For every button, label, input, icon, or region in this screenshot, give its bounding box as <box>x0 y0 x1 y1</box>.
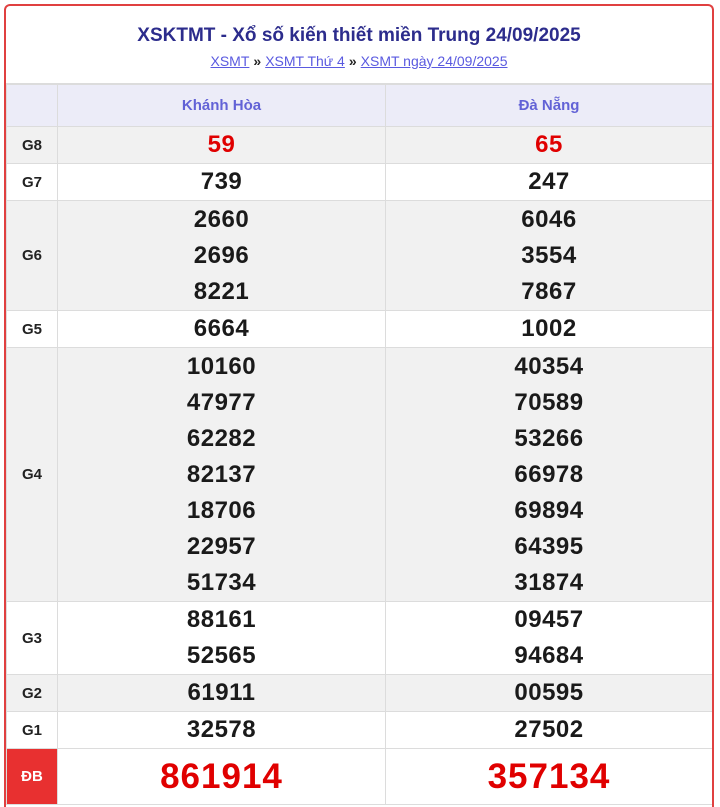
prize-row-g1: G1 32578 27502 <box>6 711 712 749</box>
prize-cell: 09457 94684 <box>385 601 712 675</box>
prize-number: 62282 <box>186 424 257 452</box>
prize-number: 18706 <box>186 496 257 524</box>
prize-number: 47977 <box>186 388 257 416</box>
breadcrumb-link-xsmt-thu-4[interactable]: XSMT Thứ 4 <box>265 53 345 69</box>
prize-number: 61911 <box>187 679 256 706</box>
prize-cell: 61911 <box>57 674 386 712</box>
prize-cell: 357134 <box>385 748 712 805</box>
prize-label: G5 <box>6 310 58 348</box>
prize-label: G4 <box>6 347 58 602</box>
prize-number: 65 <box>535 131 563 158</box>
prize-cell: 247 <box>385 163 712 201</box>
province-header-khanh-hoa[interactable]: Khánh Hòa <box>57 84 386 127</box>
special-prize-number: 861914 <box>160 756 283 796</box>
prize-cell: 1002 <box>385 310 712 348</box>
results-panel: XSKTMT - Xổ số kiến thiết miền Trung 24/… <box>4 4 714 807</box>
prize-number: 53266 <box>514 424 584 452</box>
prize-number: 94684 <box>514 642 584 669</box>
prize-row-g7: G7 739 247 <box>6 163 712 201</box>
prize-label: G2 <box>6 674 58 712</box>
table-header-row: Khánh Hòa Đà Nẵng <box>6 84 712 127</box>
header-corner-cell <box>6 84 58 127</box>
special-prize-label: ĐB <box>6 748 58 805</box>
prize-number: 69894 <box>514 496 584 524</box>
prize-number: 6046 <box>521 205 577 233</box>
prize-number: 739 <box>200 168 243 195</box>
prize-number: 247 <box>528 168 570 195</box>
prize-row-g5: G5 6664 1002 <box>6 310 712 348</box>
prize-number: 2660 <box>193 205 250 233</box>
prize-row-special: ĐB 861914 357134 <box>6 748 712 805</box>
prize-row-g3: G3 88161 52565 09457 94684 <box>6 601 712 675</box>
prize-row-g4: G4 10160 47977 62282 82137 18706 22957 5… <box>6 347 712 602</box>
breadcrumb-link-xsmt[interactable]: XSMT <box>211 53 250 69</box>
prize-cell: 2660 2696 8221 <box>57 200 386 311</box>
page-title: XSKTMT - Xổ số kiến thiết miền Trung 24/… <box>137 25 581 46</box>
results-header: XSKTMT - Xổ số kiến thiết miền Trung 24/… <box>6 6 712 84</box>
prize-cell: 6046 3554 7867 <box>385 200 712 311</box>
breadcrumb-separator: » <box>253 53 262 69</box>
breadcrumb-separator: » <box>348 53 357 69</box>
prize-cell: 10160 47977 62282 82137 18706 22957 5173… <box>57 347 386 602</box>
prize-label: G1 <box>6 711 58 749</box>
prize-number: 51734 <box>186 568 257 596</box>
prize-number: 8221 <box>193 277 250 305</box>
prize-cell: 6664 <box>57 310 386 348</box>
prize-number: 6664 <box>193 315 250 342</box>
results-table: Khánh Hòa Đà Nẵng G8 59 65 G7 739 247 G6… <box>6 84 712 805</box>
prize-number: 22957 <box>186 532 257 560</box>
prize-label: G7 <box>6 163 58 201</box>
prize-cell: 27502 <box>385 711 712 749</box>
prize-cell: 00595 <box>385 674 712 712</box>
prize-cell: 88161 52565 <box>57 601 386 675</box>
prize-number: 00595 <box>514 679 584 706</box>
prize-label: G3 <box>6 601 58 675</box>
prize-cell: 59 <box>57 126 386 164</box>
prize-label: G6 <box>6 200 58 311</box>
prize-number: 27502 <box>514 716 584 743</box>
breadcrumb-link-xsmt-date[interactable]: XSMT ngày 24/09/2025 <box>361 53 508 69</box>
province-header-da-nang[interactable]: Đà Nẵng <box>385 84 712 127</box>
prize-cell: 739 <box>57 163 386 201</box>
prize-row-g2: G2 61911 00595 <box>6 674 712 712</box>
prize-number: 31874 <box>514 568 584 596</box>
special-prize-number: 357134 <box>487 756 611 796</box>
prize-number: 52565 <box>186 642 257 669</box>
prize-label: G8 <box>6 126 58 164</box>
prize-cell: 32578 <box>57 711 386 749</box>
prize-number: 82137 <box>186 460 257 488</box>
prize-number: 3554 <box>521 241 577 269</box>
prize-number: 88161 <box>186 606 257 633</box>
prize-number: 7867 <box>521 277 577 305</box>
prize-number: 1002 <box>521 315 577 342</box>
prize-number: 10160 <box>186 352 257 380</box>
prize-row-g6: G6 2660 2696 8221 6046 3554 7867 <box>6 200 712 311</box>
prize-cell: 40354 70589 53266 66978 69894 64395 3187… <box>385 347 712 602</box>
prize-number: 40354 <box>514 352 584 380</box>
prize-cell: 65 <box>385 126 712 164</box>
prize-number: 70589 <box>514 388 584 416</box>
prize-number: 66978 <box>514 460 584 488</box>
prize-row-g8: G8 59 65 <box>6 126 712 164</box>
prize-number: 2696 <box>193 241 250 269</box>
prize-number: 59 <box>207 131 236 158</box>
prize-number: 09457 <box>514 606 584 633</box>
prize-number: 64395 <box>514 532 584 560</box>
prize-cell: 861914 <box>57 748 386 805</box>
breadcrumb: XSMT» XSMT Thứ 4» XSMT ngày 24/09/2025 <box>6 52 712 70</box>
prize-number: 32578 <box>186 716 257 743</box>
